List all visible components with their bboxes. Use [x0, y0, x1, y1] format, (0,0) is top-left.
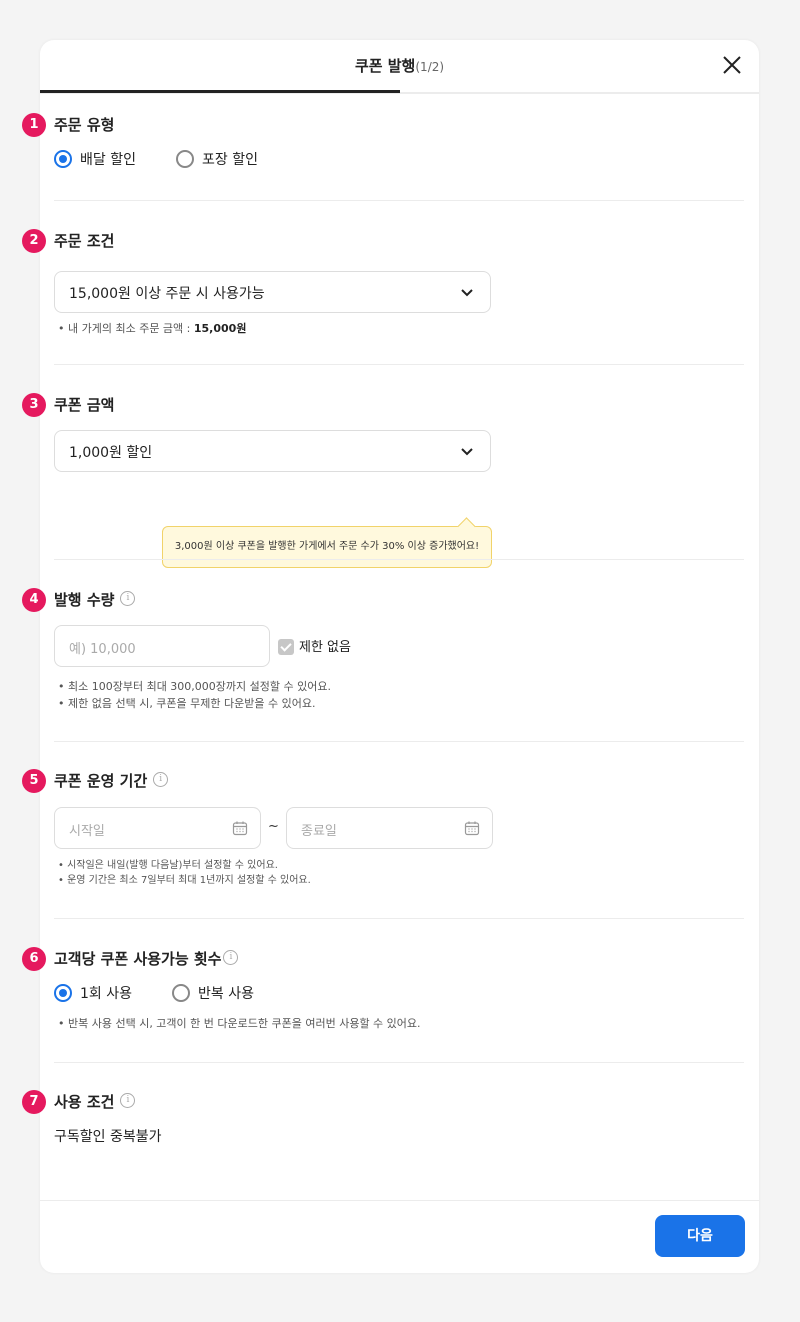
period-notes: • 시작일은 내일(발행 다음날)부터 설정할 수 있어요. • 운영 기간은 … [58, 858, 311, 888]
section-issue-quantity: 4 발행 수량 i 예) 10,000 제한 없음 • 최소 100장부터 최대 3… [22, 588, 744, 710]
chevron-down-icon [461, 448, 473, 456]
usage-note: • 반복 사용 선택 시, 고객이 한 번 다운로드한 쿠폰을 여러번 사용할 … [58, 1017, 421, 1030]
input-placeholder: 종료일 [301, 824, 337, 839]
step-badge-4: 4 [22, 588, 46, 612]
section-title: 발행 수량 [54, 591, 115, 609]
coupon-issue-modal: 쿠폰 발행(1/2) 1 주문 유형 배달 할인 포장 할인 2 주문 조건 15,… [22, 40, 759, 1273]
quantity-input[interactable]: 예) 10,000 [54, 625, 270, 667]
start-date-input[interactable]: 시작일 [54, 807, 261, 849]
step-badge-7: 7 [22, 1090, 46, 1114]
section-title: 주문 유형 [54, 116, 115, 134]
note-line: • 제한 없음 선택 시, 쿠폰을 무제한 다운받을 수 있어요. [58, 697, 316, 710]
tooltip-text: 3,000원 이상 쿠폰을 발행한 가게에서 주문 수가 30% 이상 증가했어… [174, 541, 480, 552]
unlimited-checkbox[interactable]: 제한 없음 [278, 636, 351, 656]
info-icon[interactable]: i [120, 591, 136, 606]
step-badge-2: 2 [22, 229, 46, 253]
radio-label: 1회 사용 [80, 986, 132, 1002]
divider [54, 741, 744, 742]
coupon-tip-tooltip: 3,000원 이상 쿠폰을 발행한 가게에서 주문 수가 30% 이상 증가했어… [162, 517, 492, 568]
modal-title-text: 쿠폰 발행 [354, 57, 416, 75]
note-line: • 운영 기간은 최소 7일부터 최대 1년까지 설정할 수 있어요. [58, 875, 311, 886]
min-order-amount: 15,000원 [193, 322, 247, 335]
step-badge-1: 1 [22, 113, 46, 137]
section-coupon-period: 5 쿠폰 운영 기간 i 시작일 ~ 종료일 • 시작일은 내일(발행 다음날)부터… [22, 769, 744, 886]
radio-delivery-discount[interactable]: 배달 할인 [54, 149, 136, 173]
step-badge-5: 5 [22, 769, 46, 793]
next-button[interactable]: 다음 [655, 1215, 745, 1257]
divider [54, 1062, 744, 1063]
radio-label: 배달 할인 [80, 152, 136, 168]
radio-selected-icon [54, 150, 72, 168]
coupon-amount-select[interactable]: 1,000원 할인 [54, 430, 491, 472]
checkbox-checked-icon [278, 638, 294, 655]
quantity-notes: • 최소 100장부터 최대 300,000장까지 설정할 수 있어요. • 제… [58, 678, 331, 712]
checkbox-label: 제한 없음 [299, 640, 351, 655]
chevron-down-icon [461, 289, 473, 297]
section-usage-count: 6 고객당 쿠폰 사용가능 횟수 i 1회 사용 반복 사용 • 반복 사용 선택 … [22, 947, 744, 1030]
info-icon[interactable]: i [153, 772, 169, 787]
step-badge-6: 6 [22, 947, 46, 971]
min-order-note: • 내 가게의 최소 주문 금액 : 15,000원 [58, 320, 246, 337]
step-badge-3: 3 [22, 393, 46, 417]
progress-bar [40, 90, 400, 93]
radio-single-use[interactable]: 1회 사용 [54, 983, 132, 1007]
radio-label: 포장 할인 [202, 152, 258, 168]
radio-unselected-icon [172, 984, 190, 1002]
select-value: 15,000원 이상 주문 시 사용가능 [69, 286, 265, 302]
radio-unselected-icon [176, 150, 194, 168]
date-range-separator: ~ [268, 819, 279, 834]
radio-repeat-use[interactable]: 반복 사용 [172, 983, 254, 1007]
modal-title: 쿠폰 발행(1/2) [40, 55, 759, 76]
section-usage-condition: 7 사용 조건 i 구독할인 중복불가 [22, 1090, 744, 1145]
note-text: • 내 가게의 최소 주문 금액 : [58, 322, 194, 335]
modal-footer: 다음 [40, 1200, 759, 1273]
input-placeholder: 시작일 [69, 824, 105, 839]
order-condition-select[interactable]: 15,000원 이상 주문 시 사용가능 [54, 271, 491, 313]
info-icon[interactable]: i [223, 950, 239, 965]
calendar-icon [464, 821, 480, 836]
section-order-type: 1 주문 유형 배달 할인 포장 할인 [22, 113, 744, 173]
usage-condition-value: 구독할인 중복불가 [54, 1129, 162, 1145]
section-title: 사용 조건 [54, 1093, 115, 1111]
input-placeholder: 예) 10,000 [69, 642, 136, 657]
section-title: 쿠폰 금액 [54, 396, 115, 414]
divider [54, 364, 744, 365]
section-coupon-amount: 3 쿠폰 금액 1,000원 할인 [22, 393, 744, 472]
close-icon[interactable] [721, 54, 743, 76]
modal-header: 쿠폰 발행(1/2) [40, 40, 759, 94]
tooltip-arrow [457, 517, 476, 536]
divider [54, 559, 744, 560]
info-icon[interactable]: i [120, 1093, 136, 1108]
section-title: 주문 조건 [54, 232, 115, 250]
section-title: 쿠폰 운영 기간 [54, 772, 148, 790]
section-order-condition: 2 주문 조건 15,000원 이상 주문 시 사용가능 • 내 가게의 최소 주… [22, 229, 744, 335]
radio-selected-icon [54, 984, 72, 1002]
modal-step: (1/2) [415, 60, 445, 74]
divider [54, 918, 744, 919]
radio-pickup-discount[interactable]: 포장 할인 [176, 149, 258, 173]
section-title: 고객당 쿠폰 사용가능 횟수 [54, 950, 222, 968]
calendar-icon [232, 821, 248, 836]
radio-label: 반복 사용 [198, 986, 254, 1002]
select-value: 1,000원 할인 [69, 445, 153, 461]
note-line: • 최소 100장부터 최대 300,000장까지 설정할 수 있어요. [58, 680, 331, 693]
end-date-input[interactable]: 종료일 [286, 807, 493, 849]
note-line: • 시작일은 내일(발행 다음날)부터 설정할 수 있어요. [58, 860, 278, 871]
divider [54, 200, 744, 201]
